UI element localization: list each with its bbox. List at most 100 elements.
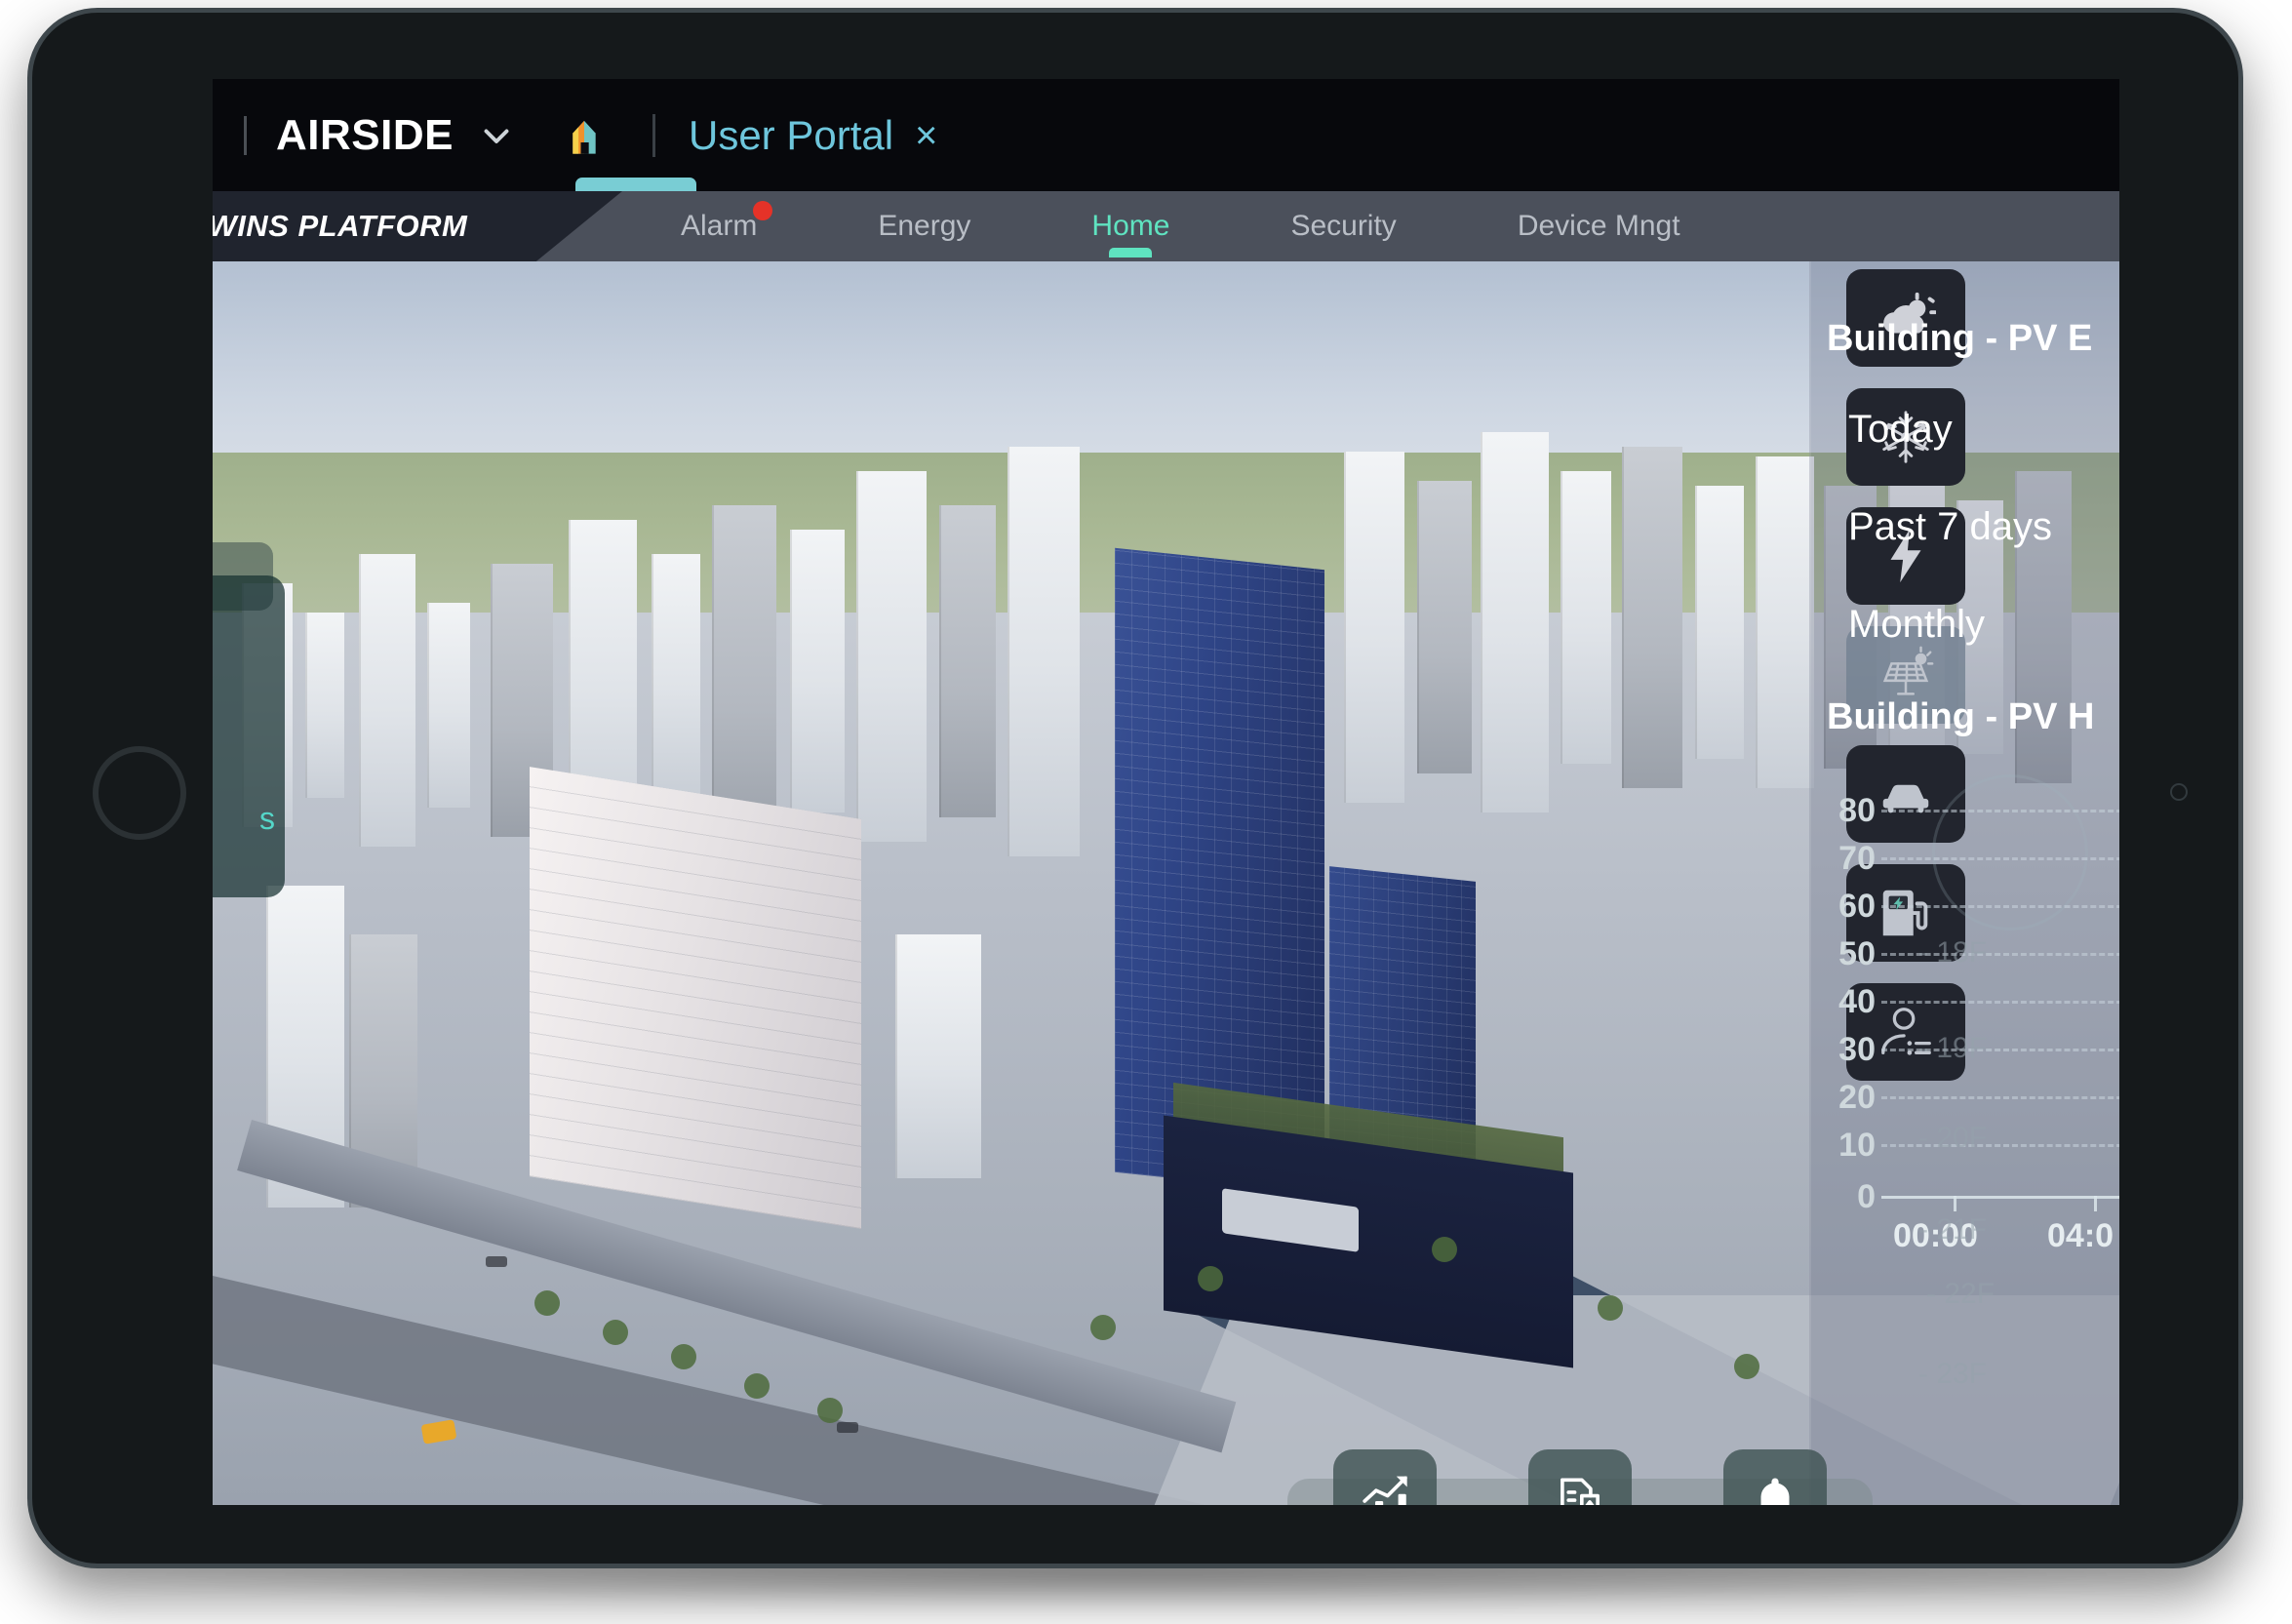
x-axis-tickmark <box>2094 1196 2097 1211</box>
tree <box>534 1290 560 1316</box>
building <box>427 603 470 808</box>
app-logo-container: TWINS PLATFORM <box>213 191 622 261</box>
building <box>1622 447 1682 788</box>
tree <box>744 1373 770 1399</box>
vehicle <box>837 1422 858 1433</box>
browser-tab-bar: AIRSIDE User Portal × <box>213 79 2119 191</box>
building <box>1756 456 1814 788</box>
dock-icon-wrap <box>1333 1449 1437 1505</box>
tab-divider <box>652 113 655 157</box>
tree <box>1598 1295 1623 1321</box>
y-axis-tick: 20 <box>1838 1079 1876 1116</box>
left-side-panel[interactable]: s <box>213 575 285 897</box>
chevron-down-icon[interactable] <box>479 118 514 153</box>
dock-item-alarm[interactable]: Alarm <box>1692 1449 1858 1505</box>
y-axis-tick: 50 <box>1838 935 1876 972</box>
background-floor-label: - 18F <box>1918 936 1988 969</box>
digital-twin-3d-viewport[interactable]: s Building - PV E Today Past 7 days Mont… <box>213 261 2119 1505</box>
chart-gridline <box>1881 1096 2119 1099</box>
pv-detail-panel[interactable]: PV Building - PV E Today Past 7 days Mon… <box>1809 261 2119 1505</box>
nav-item-alarm[interactable]: Alarm <box>681 191 773 261</box>
background-floor-label: - 23F <box>1918 1358 1988 1390</box>
building <box>856 471 927 842</box>
app-logo-text: TWINS PLATFORM <box>213 209 468 243</box>
active-tab-indicator <box>575 178 696 191</box>
pv-range-option-monthly[interactable]: Monthly <box>1848 603 1985 647</box>
y-axis-tick: 10 <box>1838 1127 1876 1164</box>
close-icon[interactable]: × <box>915 116 937 155</box>
building <box>790 530 845 812</box>
toolbar-divider <box>244 115 247 155</box>
chart-x-axis <box>1881 1196 2119 1199</box>
y-axis-tick: 60 <box>1838 888 1876 925</box>
nav-item-security[interactable]: Security <box>1290 191 1396 261</box>
tree <box>603 1320 628 1345</box>
building <box>895 934 981 1178</box>
dock-icon-wrap <box>1528 1449 1632 1505</box>
building <box>939 505 996 817</box>
chart-gridline <box>1881 810 2119 812</box>
building <box>1695 486 1744 759</box>
nav-item-label: Security <box>1290 210 1397 242</box>
chart-gridline <box>1881 953 2119 956</box>
chart-gridline <box>1881 1001 2119 1004</box>
pv-health-chart[interactable]: 80 70 60 50 40 30 20 10 0 00:00 04:0 <box>1825 774 2119 1254</box>
nav-item-home[interactable]: Home <box>1091 191 1169 261</box>
bell-icon <box>1760 1478 1790 1505</box>
y-axis-tick: 0 <box>1857 1178 1876 1215</box>
tree <box>1432 1237 1457 1262</box>
front-camera-icon <box>2170 783 2188 801</box>
pv-range-option-past-7-days[interactable]: Past 7 days <box>1848 505 2052 549</box>
tree <box>1198 1266 1223 1291</box>
dock-icon-wrap <box>1723 1449 1827 1505</box>
browser-tab-label: User Portal <box>688 111 894 158</box>
building <box>652 554 700 798</box>
pv-section-energy-title: Building - PV E <box>1827 318 2093 359</box>
x-axis-tickmark <box>1954 1196 1956 1211</box>
tree <box>1734 1354 1759 1379</box>
document-info-icon <box>1561 1478 1600 1505</box>
background-floor-label: - 21F <box>1918 1213 1988 1246</box>
chart-gridline <box>1881 857 2119 860</box>
bottom-action-dock: Insight Information <box>1287 1449 1873 1505</box>
app-nav-items: Alarm Energy Home Security Device Mngt <box>681 191 1680 261</box>
tree <box>671 1344 696 1369</box>
chart-gridline <box>1881 905 2119 908</box>
building <box>712 505 776 847</box>
y-axis-tick: 30 <box>1838 1031 1876 1068</box>
brand-name: AIRSIDE <box>276 110 454 159</box>
tablet-screen: AIRSIDE User Portal × TWINS PLATFORM Ala… <box>213 79 2119 1505</box>
y-axis-tick: 40 <box>1838 983 1876 1020</box>
building <box>1344 452 1404 803</box>
dock-item-information[interactable]: Information <box>1497 1449 1663 1505</box>
nav-item-label: Alarm <box>681 210 758 242</box>
pv-range-option-today[interactable]: Today <box>1848 408 1953 452</box>
pv-section-health-title: Building - PV H <box>1827 696 2095 737</box>
vehicle <box>486 1256 507 1267</box>
alarm-badge-dot <box>753 201 773 220</box>
tree <box>817 1398 843 1423</box>
building-facade-grid <box>530 767 861 1229</box>
device-home-button[interactable] <box>93 746 186 840</box>
tablet-device-frame: AIRSIDE User Portal × TWINS PLATFORM Ala… <box>27 8 2243 1568</box>
nav-item-label: Energy <box>878 210 971 242</box>
background-floor-label: - 19F <box>1918 1032 1988 1064</box>
tree <box>1090 1315 1116 1340</box>
building <box>1008 447 1080 856</box>
background-floor-label: - 22F <box>1926 1278 1996 1310</box>
nav-item-device-mngt[interactable]: Device Mngt <box>1518 191 1680 261</box>
building <box>1561 471 1611 764</box>
x-axis-label: 04:0 <box>2047 1217 2114 1254</box>
nav-active-underline <box>1109 248 1153 257</box>
home-icon[interactable] <box>557 108 612 163</box>
nav-item-energy[interactable]: Energy <box>878 191 970 261</box>
building <box>305 613 344 798</box>
background-floor-label: - 20F <box>1918 1122 1988 1154</box>
nav-item-label: Device Mngt <box>1517 210 1680 242</box>
browser-tab-user-portal[interactable]: User Portal × <box>689 112 937 159</box>
dock-item-insight[interactable]: Insight <box>1302 1449 1468 1505</box>
nav-item-label: Home <box>1091 210 1170 242</box>
featured-white-building[interactable] <box>530 767 861 1229</box>
chart-bars-icon <box>1363 1476 1407 1505</box>
y-axis-tick: 80 <box>1838 792 1876 829</box>
